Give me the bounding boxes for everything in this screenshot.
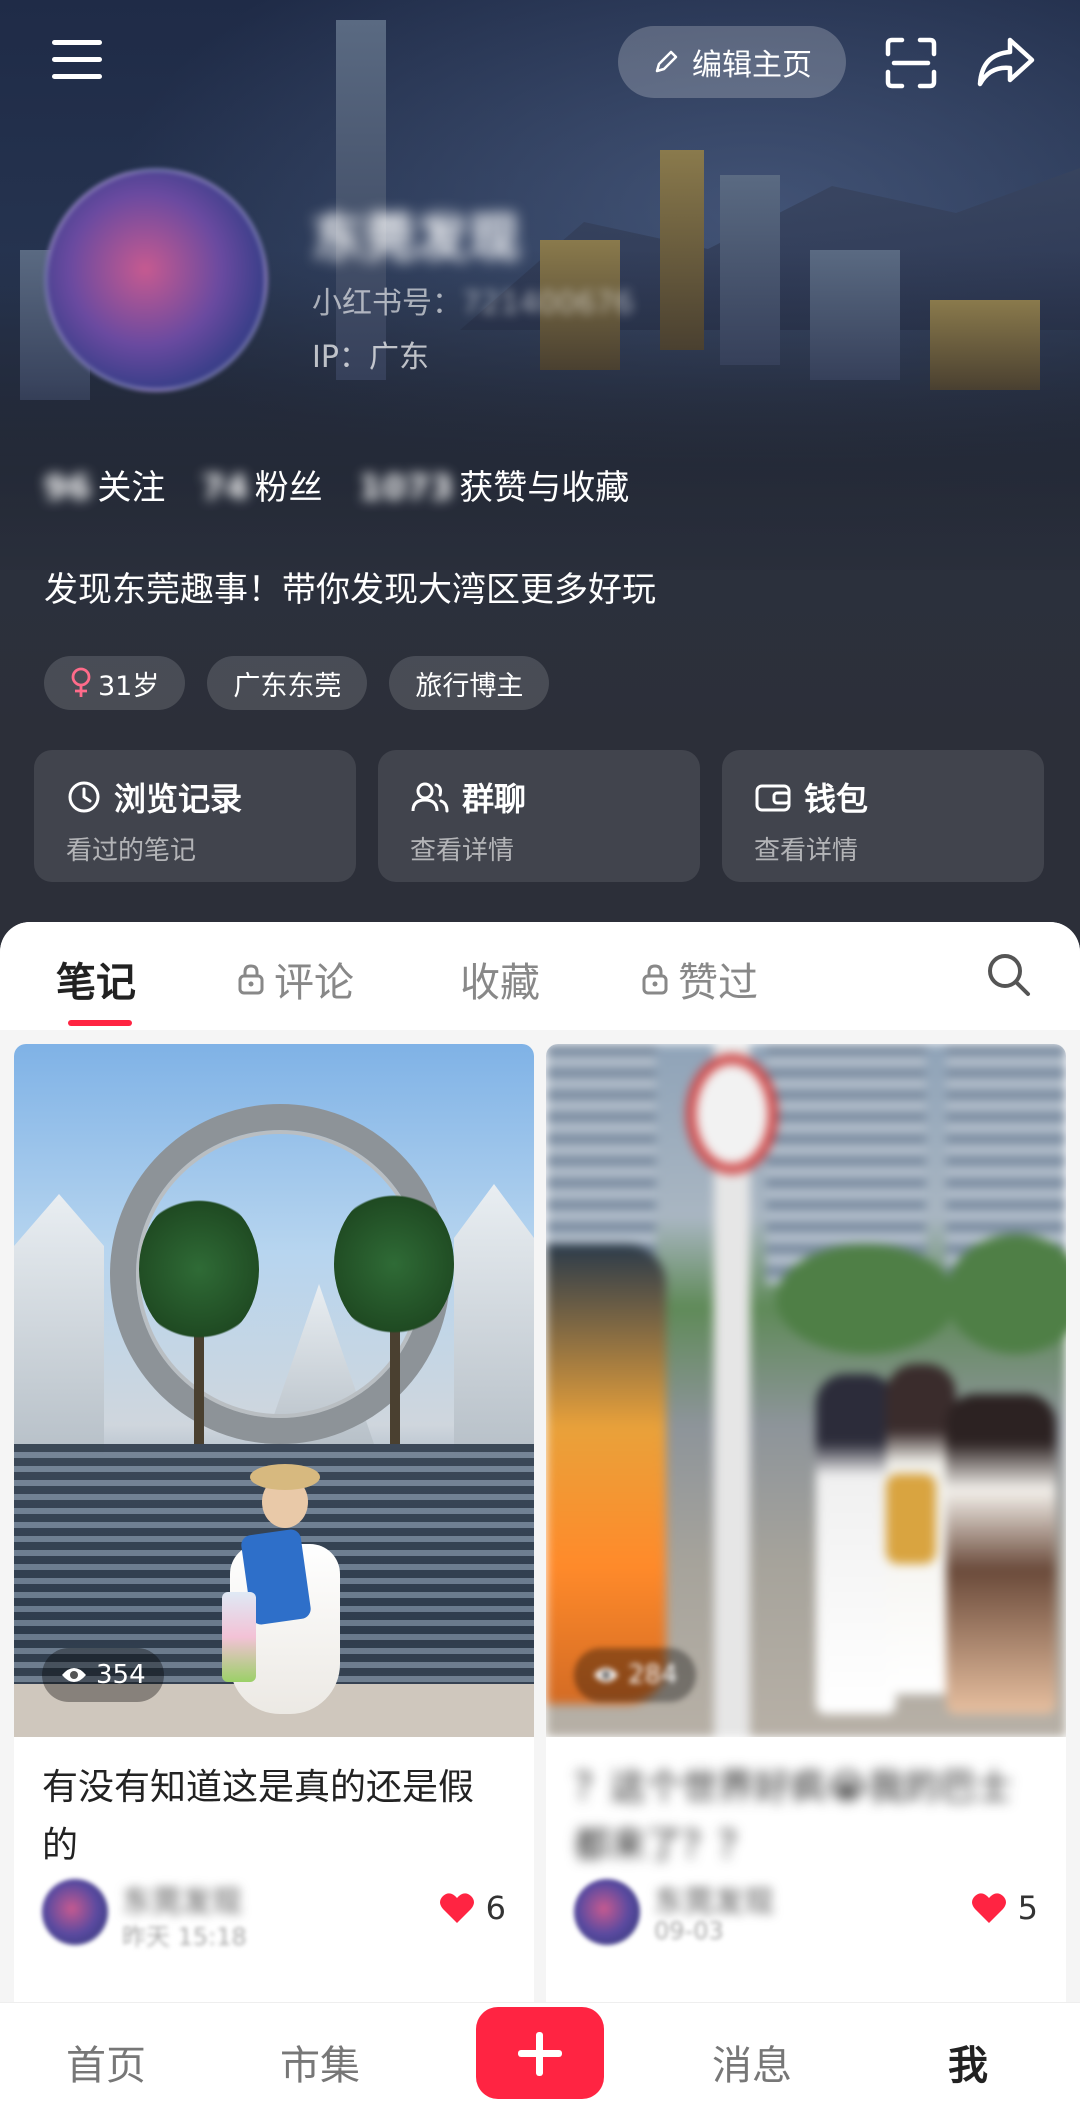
profile-avatar[interactable] [44,168,268,392]
group-chat-card[interactable]: 群聊 查看详情 [378,750,700,882]
stat-likes-collects[interactable]: 1073 获赞与收藏 [359,460,630,509]
profile-tabs: 笔记 评论 收藏 赞过 [0,922,1080,1030]
nav-market[interactable]: 市集 [280,2033,360,2091]
nav-home[interactable]: 首页 [66,2033,146,2091]
lock-icon [642,964,668,995]
wallet-icon [755,784,791,812]
view-count-badge: 284 [574,1648,696,1702]
tag-age: 31岁 [44,656,186,710]
history-card[interactable]: 浏览记录 看过的笔记 [34,750,356,882]
skyscraper [660,150,704,350]
palm-tree [334,1189,454,1339]
female-icon [71,667,91,697]
notes-panel: 笔记 评论 收藏 赞过 354 有没有知道这是真的还是假的 东莞发现 昨天 15… [0,922,1080,2002]
hat [250,1464,320,1490]
heart-icon [971,1893,1006,1923]
palm-tree [139,1194,259,1344]
edit-profile-label: 编辑主页 [692,48,812,83]
tab-liked[interactable]: 赞过 [640,950,758,1008]
red-id-value: 721400676 [462,286,634,321]
bottom-nav: 首页 市集 消息 我 [0,2002,1080,2123]
tab-collections[interactable]: 收藏 [460,950,540,1008]
bag [222,1592,256,1682]
author-avatar[interactable] [574,1879,640,1945]
eye-icon [594,1668,618,1682]
skyscraper [720,175,780,365]
note-cover-image[interactable]: 284 [546,1044,1066,1737]
cover-scene [546,1044,1066,1737]
note-meta: 东莞发现 09-03 5 [546,1873,1066,1963]
profile-tags: 31岁 广东东莞 旅行博主 [44,656,550,710]
person [816,1374,896,1714]
tag-location: 广东东莞 [207,656,368,710]
notes-feed: 354 有没有知道这是真的还是假的 东莞发现 昨天 15:18 6 284 ？这… [14,1044,1066,2002]
eye-icon [62,1668,86,1682]
author-name[interactable]: 东莞发现 [654,1877,774,1921]
tag-role: 旅行博主 [389,656,550,710]
share-icon[interactable] [976,34,1036,90]
profile-bio: 发现东莞趣事！带你发现大湾区更多好玩 [44,570,656,610]
view-count-badge: 354 [42,1648,164,1702]
create-post-button[interactable] [476,2007,604,2099]
note-cover-image[interactable]: 354 [14,1044,534,1737]
history-icon [68,781,100,813]
person [946,1394,1056,1714]
heart-icon [439,1893,474,1923]
menu-icon[interactable] [52,40,102,80]
edit-profile-button[interactable]: 编辑主页 [618,26,846,98]
building [14,1194,104,1454]
bus [546,1244,666,1704]
stat-following[interactable]: 96 关注 [44,460,165,509]
skyscraper [810,250,900,380]
building [546,1044,656,1264]
username: 东莞发现 [312,209,521,269]
building [454,1184,534,1454]
note-card[interactable]: 354 有没有知道这是真的还是假的 东莞发现 昨天 15:18 6 [14,1044,534,2002]
ip-location: IP：广东 [312,340,429,375]
stat-followers[interactable]: 74 粉丝 [201,460,322,509]
tab-comments[interactable]: 评论 [236,950,354,1008]
profile-header-background: 编辑主页 东莞发现 小红书号：721400676 IP：广东 96 关注 74 粉丝… [0,0,1080,960]
profile-stats: 96 关注 74 粉丝 1073 获赞与收藏 [44,460,629,509]
active-tab-indicator [68,1020,132,1026]
pencil-icon [655,50,678,73]
note-date: 昨天 15:18 [122,1923,247,1951]
quick-cards: 浏览记录 看过的笔记 群聊 查看详情 钱包 查看详情 [34,750,1044,882]
nav-messages[interactable]: 消息 [712,2033,792,2091]
author-name[interactable]: 东莞发现 [122,1877,242,1921]
top-bar: 编辑主页 [0,22,1080,102]
lock-icon [238,964,264,995]
group-icon [411,782,449,813]
note-meta: 东莞发现 昨天 15:18 6 [14,1873,534,1963]
note-title[interactable]: ？这个世界好疯😭我的巴士都来了？？ [546,1737,1066,1873]
note-date: 09-03 [654,1917,724,1945]
scan-icon[interactable] [884,36,938,90]
like-button[interactable]: 5 [970,1889,1038,1927]
nav-me[interactable]: 我 [948,2033,988,2091]
tree [946,1234,1066,1354]
tab-notes[interactable]: 笔记 [56,950,136,1008]
note-card[interactable]: 284 ？这个世界好疯😭我的巴士都来了？？ 东莞发现 09-03 5 [546,1044,1066,2002]
handbag [886,1474,936,1564]
skyscraper [930,300,1040,390]
author-avatar[interactable] [42,1879,108,1945]
tree [776,1244,956,1354]
like-button[interactable]: 6 [438,1889,506,1927]
search-icon[interactable] [984,950,1032,998]
wallet-card[interactable]: 钱包 查看详情 [722,750,1044,882]
note-title[interactable]: 有没有知道这是真的还是假的 [14,1737,534,1873]
road-sign [686,1054,778,1174]
red-id: 小红书号：721400676 [312,278,634,322]
red-id-label: 小红书号： [312,286,462,321]
